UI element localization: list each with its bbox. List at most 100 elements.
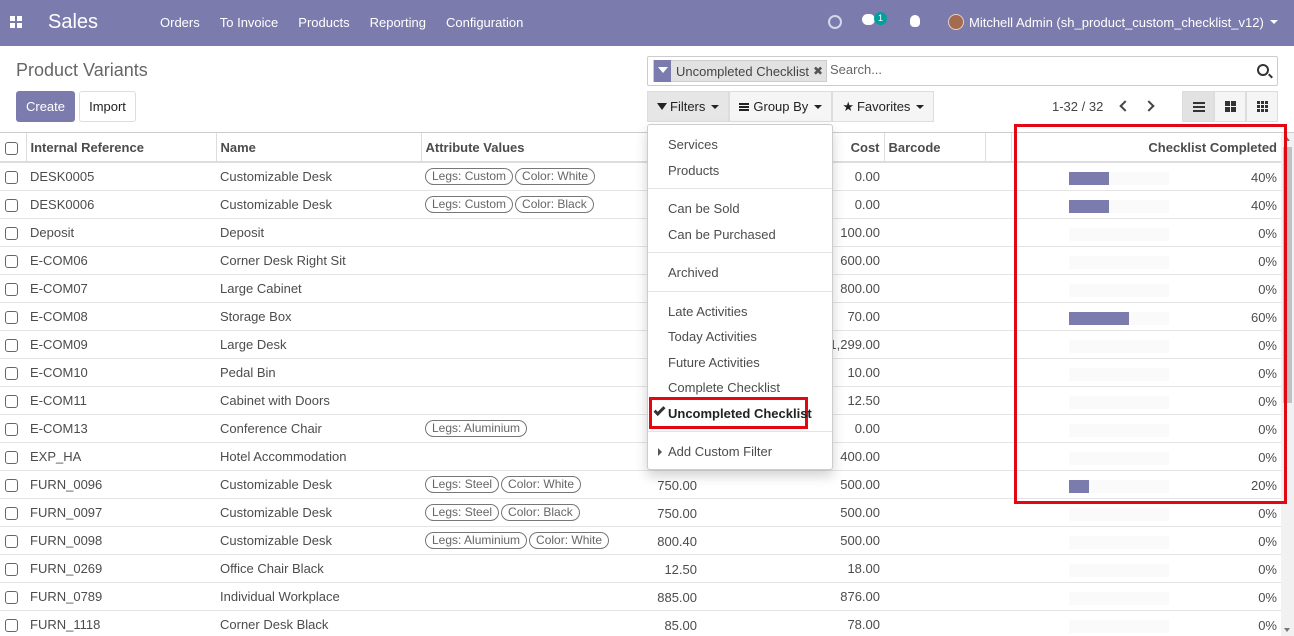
create-button[interactable]: Create — [16, 91, 75, 122]
messaging-icon[interactable] — [862, 14, 875, 25]
filter-late-activities[interactable]: Late Activities — [668, 304, 748, 319]
row-checkbox[interactable] — [5, 618, 18, 632]
cell-barcode — [884, 413, 985, 442]
cell-internal-reference: E-COM07 — [26, 273, 216, 302]
dropdown-divider — [648, 188, 832, 189]
row-select[interactable] — [0, 441, 26, 470]
user-menu-caret-icon[interactable] — [1270, 20, 1278, 24]
row-select[interactable] — [0, 273, 26, 302]
search-input[interactable] — [830, 62, 1250, 77]
grid-icon — [1257, 101, 1269, 112]
row-select[interactable] — [0, 413, 26, 442]
table-row[interactable]: FURN_0098 Customizable Desk Legs: Aluminiu… — [0, 525, 1281, 554]
row-select[interactable] — [0, 581, 26, 610]
row-checkbox[interactable] — [5, 198, 18, 212]
menu-reporting[interactable]: Reporting — [370, 15, 426, 30]
select-all[interactable] — [0, 133, 26, 163]
row-checkbox[interactable] — [5, 506, 18, 520]
cell-name: Deposit — [216, 217, 421, 246]
cell-spacer — [985, 273, 1011, 302]
row-checkbox[interactable] — [5, 366, 18, 380]
pager-value[interactable]: 1-32 / 32 — [1052, 99, 1103, 114]
user-avatar[interactable] — [948, 14, 964, 30]
menu-orders[interactable]: Orders — [160, 15, 200, 30]
table-row[interactable]: FURN_0789 Individual Workplace 885.00 876.0… — [0, 581, 1281, 610]
row-checkbox[interactable] — [5, 310, 18, 324]
row-checkbox[interactable] — [5, 478, 18, 492]
row-checkbox[interactable] — [5, 254, 18, 268]
row-checkbox[interactable] — [5, 226, 18, 240]
filter-today-activities[interactable]: Today Activities — [668, 329, 757, 344]
cell-sales-price: 885.00 — [657, 589, 697, 605]
breadcrumb: Product Variants — [16, 60, 148, 80]
filter-can-be-purchased[interactable]: Can be Purchased — [668, 227, 776, 242]
funnel-icon — [657, 103, 667, 110]
favorites-button[interactable]: ★ Favorites — [832, 91, 935, 122]
row-checkbox[interactable] — [5, 534, 18, 548]
row-checkbox[interactable] — [5, 562, 18, 576]
filter-products[interactable]: Products — [668, 163, 719, 178]
cell-name: Large Desk — [216, 329, 421, 358]
row-checkbox[interactable] — [5, 450, 18, 464]
row-checkbox[interactable] — [5, 590, 18, 604]
row-select[interactable] — [0, 553, 26, 582]
scroll-down-arrow-icon[interactable] — [1284, 628, 1290, 632]
filter-services[interactable]: Services — [668, 137, 718, 152]
table-row[interactable]: FURN_0269 Office Chair Black 12.50 18.00 0% — [0, 553, 1281, 582]
row-select[interactable] — [0, 301, 26, 330]
row-select[interactable] — [0, 525, 26, 554]
search-icon[interactable] — [1257, 64, 1269, 76]
row-select[interactable] — [0, 609, 26, 636]
row-select[interactable] — [0, 497, 26, 526]
filter-future-activities[interactable]: Future Activities — [668, 355, 760, 370]
cell-internal-reference: E-COM06 — [26, 245, 216, 274]
row-select[interactable] — [0, 245, 26, 274]
col-internal-reference[interactable]: Internal Reference — [25, 133, 216, 163]
row-select[interactable] — [0, 217, 26, 246]
row-select[interactable] — [0, 385, 26, 414]
filter-can-be-sold[interactable]: Can be Sold — [668, 201, 740, 216]
chevron-right-icon[interactable] — [1143, 100, 1155, 112]
group-by-button[interactable]: Group By — [729, 91, 833, 122]
row-checkbox[interactable] — [5, 394, 18, 408]
col-barcode[interactable]: Barcode — [883, 133, 985, 163]
search-bar: Uncompleted Checklist ✖ — [647, 56, 1278, 86]
list-view-button[interactable] — [1182, 91, 1214, 122]
row-checkbox[interactable] — [5, 422, 18, 436]
list-icon — [1193, 102, 1205, 112]
row-select[interactable] — [0, 357, 26, 386]
menu-configuration[interactable]: Configuration — [446, 15, 523, 30]
filter-complete-checklist[interactable]: Complete Checklist — [668, 380, 780, 395]
add-custom-filter[interactable]: Add Custom Filter — [668, 444, 772, 459]
row-select[interactable] — [0, 189, 26, 218]
grid-view-button[interactable] — [1246, 91, 1278, 122]
row-checkbox[interactable] — [5, 338, 18, 352]
user-menu[interactable]: Mitchell Admin (sh_product_custom_checkl… — [969, 15, 1264, 30]
kanban-view-button[interactable] — [1214, 91, 1246, 122]
apps-menu-icon[interactable] — [10, 16, 22, 28]
cell-spacer — [985, 553, 1011, 582]
debug-bug-icon[interactable] — [910, 15, 920, 27]
chevron-left-icon[interactable] — [1119, 100, 1131, 112]
message-count-badge: 1 — [874, 12, 888, 25]
select-all-checkbox[interactable] — [5, 141, 18, 155]
cell-barcode — [884, 525, 985, 554]
row-checkbox[interactable] — [5, 170, 18, 184]
row-select[interactable] — [0, 161, 26, 190]
facet-remove-icon[interactable]: ✖ — [813, 64, 823, 78]
row-checkbox[interactable] — [5, 282, 18, 296]
filter-uncompleted-checklist[interactable]: Uncompleted Checklist — [668, 406, 812, 421]
row-select[interactable] — [0, 329, 26, 358]
filters-label: Filters — [670, 99, 706, 114]
menu-products[interactable]: Products — [298, 15, 349, 30]
import-button[interactable]: Import — [79, 91, 136, 122]
menu-to-invoice[interactable]: To Invoice — [220, 15, 279, 30]
filter-archived[interactable]: Archived — [668, 265, 719, 280]
row-select[interactable] — [0, 469, 26, 498]
activity-clock-icon[interactable] — [828, 15, 842, 29]
col-name[interactable]: Name — [215, 133, 421, 163]
cell-barcode — [884, 357, 985, 386]
cell-name: Customizable Desk — [216, 469, 421, 498]
table-row[interactable]: FURN_1118 Corner Desk Black 85.00 78.00 0% — [0, 609, 1281, 636]
filters-button[interactable]: Filters — [647, 91, 730, 122]
